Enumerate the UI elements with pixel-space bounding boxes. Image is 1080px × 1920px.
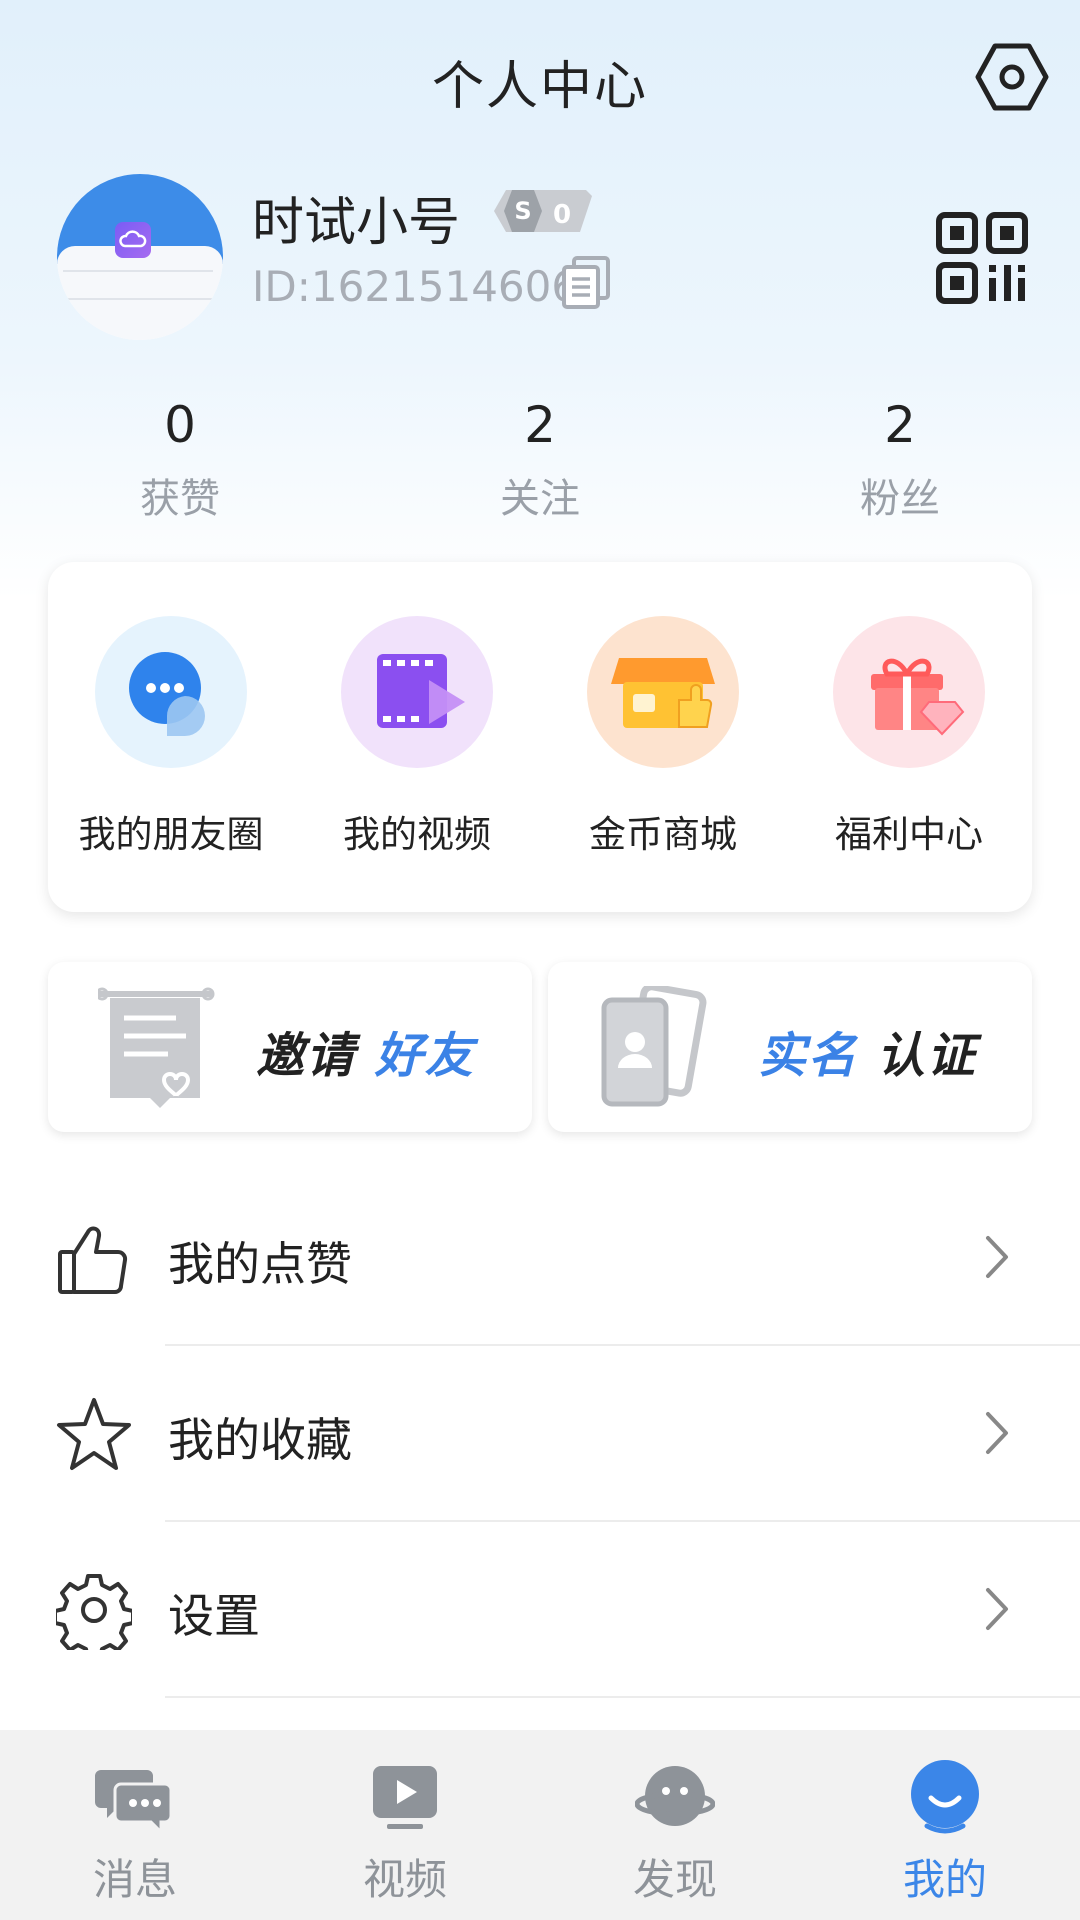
video-film-icon: [341, 616, 493, 768]
chevron-right-icon: [982, 1232, 1012, 1282]
video-icon: [365, 1756, 445, 1836]
stat-label: 关注: [500, 476, 580, 522]
stat-label: 获赞: [140, 476, 220, 522]
tab-messages[interactable]: 消息: [0, 1730, 270, 1920]
user-id: ID:1621514606: [252, 262, 579, 311]
quick-label: 我的朋友圈: [78, 813, 264, 856]
svg-text:S: S: [514, 197, 531, 225]
banner-text-part: 实名: [758, 1028, 859, 1084]
stat-value: 2: [524, 396, 556, 454]
cloud-app-icon: [115, 222, 151, 258]
quick-label: 金币商城: [589, 813, 737, 856]
real-name-verify-banner[interactable]: 实名 认证: [548, 962, 1032, 1132]
gear-icon: [53, 1570, 135, 1660]
menu-label: 我的点赞: [168, 1237, 352, 1291]
chat-bubble-icon: [95, 616, 247, 768]
me-icon: [905, 1756, 985, 1836]
stat-following[interactable]: 2 关注: [440, 394, 640, 524]
stat-likes[interactable]: 0 获赞: [80, 394, 280, 524]
tab-label: 发现: [632, 1855, 717, 1904]
quick-actions-card: 我的朋友圈 我的视频 金币商城 福利中心: [48, 562, 1032, 912]
quick-item-welfare[interactable]: 福利中心: [786, 616, 1032, 858]
id-card-icon: [598, 983, 718, 1110]
invite-friends-banner[interactable]: 邀请 好友: [48, 962, 532, 1132]
menu-label: 我的收藏: [168, 1413, 352, 1467]
quick-label: 我的视频: [343, 813, 491, 856]
quick-item-videos[interactable]: 我的视频: [294, 616, 540, 858]
stat-value: 2: [884, 396, 916, 454]
menu-item-settings[interactable]: 设置: [0, 1522, 1080, 1698]
divider: [165, 1696, 1080, 1698]
settings-hex-icon[interactable]: [975, 40, 1049, 114]
message-icon: [95, 1756, 175, 1836]
banner-text-part: 认证: [876, 1028, 977, 1084]
tab-me[interactable]: 我的: [810, 1730, 1080, 1920]
quick-item-coin-mall[interactable]: 金币商城: [540, 616, 786, 858]
quick-item-moments[interactable]: 我的朋友圈: [48, 616, 294, 858]
tab-label: 我的: [902, 1855, 987, 1904]
username: 时试小号: [252, 193, 461, 253]
tab-video[interactable]: 视频: [270, 1730, 540, 1920]
menu-label: 设置: [168, 1589, 260, 1643]
discover-icon: [634, 1756, 716, 1836]
bottom-tab-bar: 消息 视频 发现 我的: [0, 1730, 1080, 1920]
qr-code-icon[interactable]: [936, 212, 1028, 304]
store-icon: [587, 616, 739, 768]
stat-value: 0: [164, 396, 196, 454]
chevron-right-icon: [982, 1408, 1012, 1458]
tab-label: 视频: [362, 1855, 447, 1904]
page-title: 个人中心: [431, 57, 648, 117]
level-value: 0: [553, 200, 572, 230]
header: 个人中心: [0, 0, 1080, 160]
profile-page: 个人中心 时试小号 S 0 ID:1621514606 0 获赞 2 关注 2 …: [0, 0, 1080, 1920]
stat-label: 粉丝: [860, 476, 940, 522]
quick-label: 福利中心: [835, 813, 983, 856]
star-icon: [56, 1394, 132, 1474]
thumbs-up-icon: [56, 1218, 132, 1298]
stat-fans[interactable]: 2 粉丝: [800, 394, 1000, 524]
tab-label: 消息: [92, 1855, 177, 1904]
verify-banner-text: 实名 认证: [758, 1016, 977, 1086]
chevron-right-icon: [982, 1584, 1012, 1634]
gift-icon: [833, 616, 985, 768]
level-badge-icon: S: [492, 186, 596, 236]
invite-scroll-icon: [95, 986, 218, 1110]
banner-text-part: 邀请: [256, 1028, 357, 1084]
banner-text-part: 好友: [374, 1028, 475, 1084]
menu-item-my-favorites[interactable]: 我的收藏: [0, 1346, 1080, 1522]
avatar[interactable]: [57, 174, 223, 340]
menu-item-my-likes[interactable]: 我的点赞: [0, 1170, 1080, 1346]
tab-discover[interactable]: 发现: [540, 1730, 810, 1920]
copy-icon[interactable]: [560, 255, 612, 311]
invite-banner-text: 邀请 好友: [256, 1016, 475, 1086]
